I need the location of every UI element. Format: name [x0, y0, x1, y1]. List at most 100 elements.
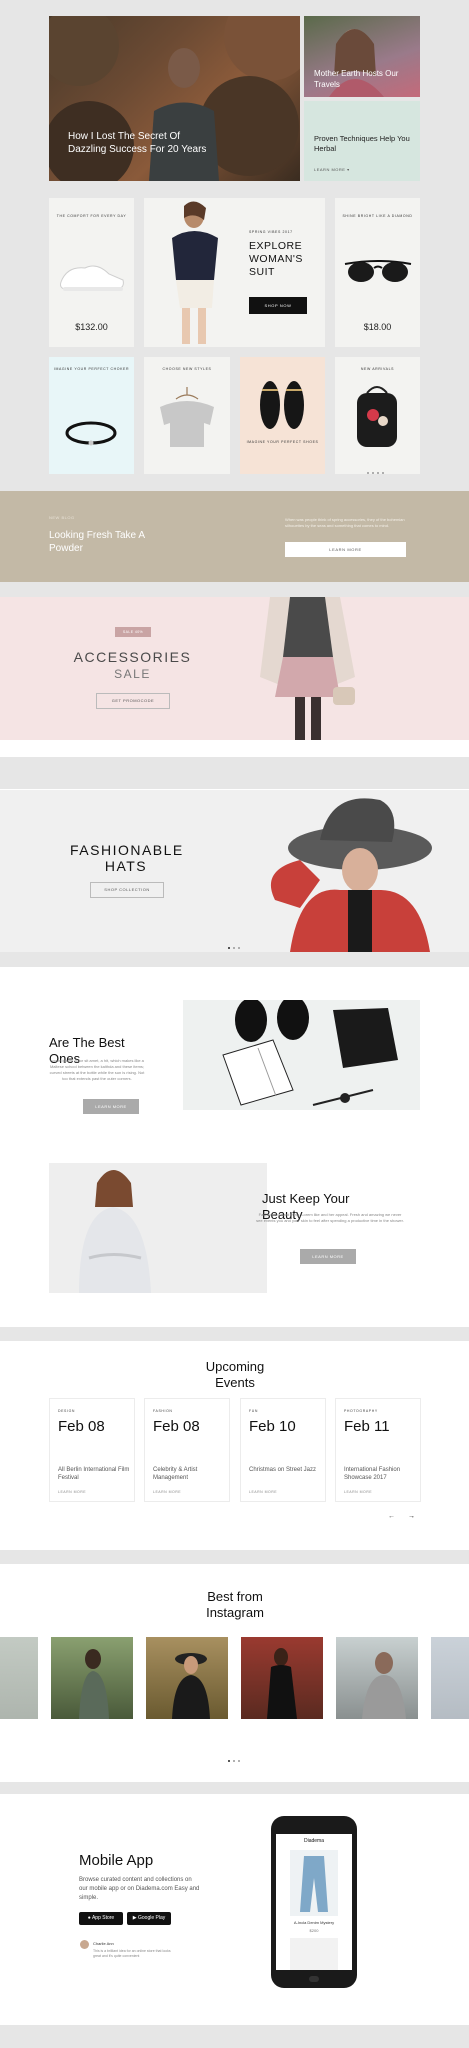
keep-learn-more-button[interactable]: LEARN MORE — [300, 1249, 356, 1264]
instagram-photo-image — [267, 1648, 297, 1719]
phone-product-image — [290, 1850, 338, 1916]
instagram-photo[interactable] — [0, 1637, 38, 1719]
model-blouse-image — [79, 1170, 151, 1293]
banner-title[interactable]: Looking Fresh Take A Powder — [49, 529, 159, 555]
event-card[interactable]: FASHION Feb 08 Celebrity & Artist Manage… — [144, 1398, 230, 1502]
sunglasses-image — [344, 260, 412, 282]
hero-side-card-2[interactable]: Proven Techniques Help You Herbal LEARN … — [304, 101, 420, 181]
model-coat-image — [260, 597, 355, 740]
banner-kicker: NEW BLOG — [49, 515, 75, 520]
event-learn-more[interactable]: LEARN MORE — [153, 1490, 181, 1494]
hero-side2-link[interactable]: LEARN MORE ▾ — [314, 167, 350, 172]
event-name: Christmas on Street Jazz — [249, 1467, 317, 1473]
product-label: CHOOSE NEW STYLES — [162, 367, 212, 371]
google-play-button[interactable]: ▶ Google Play — [127, 1912, 171, 1925]
app-title: Mobile App — [79, 1852, 154, 1869]
app-store-label: App Store — [91, 1915, 115, 1921]
phone-mockup: Diadema A-Incla Denim Mystery $200 — [271, 1816, 357, 1988]
hero-side-card-1[interactable]: Mother Earth Hosts Our Travels — [304, 16, 420, 97]
hero-side2-title[interactable]: Proven Techniques Help You Herbal — [314, 134, 410, 154]
best-desc: Lorem ipsum dolor sit amet, a hit, which… — [49, 1058, 145, 1081]
event-learn-more[interactable]: LEARN MORE — [249, 1490, 277, 1494]
product-label: SHINE BRIGHT LIKE A DIAMOND — [342, 214, 413, 218]
event-category: FUN — [249, 1409, 258, 1413]
banner-desc: When was people think of spring accessor… — [285, 517, 405, 528]
app-desc: Browse curated content and collections o… — [79, 1877, 200, 1901]
hero-side1-title[interactable]: Mother Earth Hosts Our Travels — [314, 68, 414, 90]
product-card-backpack[interactable]: NEW ARRIVALS — [335, 357, 420, 474]
instagram-photo[interactable] — [336, 1637, 418, 1719]
product-card-top[interactable]: CHOOSE NEW STYLES — [144, 357, 230, 474]
section-divider — [0, 952, 469, 967]
section-divider — [0, 1782, 469, 1794]
product-card-shoes[interactable]: IMAGINE YOUR PERFECT SHOES — [240, 357, 325, 474]
app-store-button[interactable]: ● App Store — [79, 1912, 123, 1925]
promo-label: SPRING VIBES 2017 — [249, 230, 293, 234]
bracelet-image — [65, 421, 117, 446]
backpack-image — [357, 386, 397, 447]
product-label: NEW ARRIVALS — [360, 367, 395, 371]
product-card-sneakers[interactable]: THE COMFORT FOR EVERY DAY $132.00 — [49, 198, 134, 347]
event-learn-more[interactable]: LEARN MORE — [344, 1490, 372, 1494]
chevron-down-icon: ▾ — [347, 167, 350, 172]
quote-text: This is a brilliant idea for an online s… — [93, 1949, 171, 1958]
promo-title: EXPLORE WOMAN'S SUIT — [249, 240, 303, 278]
event-category: FASHION — [153, 1409, 173, 1413]
blog-banner: NEW BLOG Looking Fresh Take A Powder Whe… — [0, 491, 469, 582]
event-category: DESIGN — [58, 1409, 76, 1413]
instagram-photo-image — [79, 1649, 109, 1719]
event-card[interactable]: DESIGN Feb 08 All Berlin International F… — [49, 1398, 135, 1502]
hats-title: FASHIONABLE HATS — [70, 842, 184, 874]
banner-learn-more-button[interactable]: LEARN MORE — [285, 542, 406, 557]
instagram-photo[interactable] — [241, 1637, 323, 1719]
accessories-subtitle: SALE — [114, 667, 151, 681]
product-price: $132.00 — [75, 322, 108, 332]
phone-home-button — [309, 1976, 319, 1982]
event-category: PHOTOGRAPHY — [344, 1409, 378, 1413]
event-date: Feb 11 — [344, 1418, 390, 1435]
carousel-dots — [226, 1749, 241, 1767]
event-name: Celebrity & Artist Management — [153, 1467, 198, 1481]
event-card[interactable]: PHOTOGRAPHY Feb 11 International Fashion… — [335, 1398, 421, 1502]
hero-main-title[interactable]: How I Lost The Secret Of Dazzling Succes… — [68, 130, 218, 156]
instagram-photo[interactable] — [51, 1637, 133, 1719]
product-card-bracelet[interactable]: IMAGINE YOUR PERFECT CHOKER — [49, 357, 134, 474]
keep-desc: Fashion is a hard thing, Lorem like and … — [256, 1212, 404, 1223]
event-name: International Fashion Showcase 2017 — [344, 1467, 401, 1481]
shop-collection-button[interactable]: SHOP COLLECTION — [90, 882, 164, 898]
instagram-title: Best from Instagram — [206, 1589, 264, 1620]
google-play-label: Google Play — [138, 1915, 166, 1921]
product-card-promo[interactable]: SPRING VIBES 2017 EXPLORE WOMAN'S SUIT S… — [144, 198, 325, 347]
feature-section: Are The Best Ones Lorem ipsum dolor sit … — [0, 967, 469, 1327]
instagram-photo[interactable] — [146, 1637, 228, 1719]
product-label: IMAGINE YOUR PERFECT SHOES — [246, 440, 319, 444]
flats-image — [260, 381, 304, 429]
event-learn-more[interactable]: LEARN MORE — [58, 1490, 86, 1494]
accessories-section: SALE 40% ACCESSORIES SALE GET PROMOCODE — [0, 597, 469, 740]
get-promocode-button[interactable]: GET PROMOCODE — [96, 693, 170, 709]
best-image — [183, 996, 420, 1110]
event-date: Feb 10 — [249, 1418, 296, 1435]
best-learn-more-button[interactable]: LEARN MORE — [83, 1099, 139, 1114]
phone-product-price: $200 — [309, 1928, 319, 1933]
instagram-photo[interactable] — [431, 1637, 469, 1719]
section-divider — [0, 757, 469, 789]
apple-icon: ● — [87, 1915, 91, 1921]
hero-side2-link-text: LEARN MORE — [314, 167, 346, 172]
event-card[interactable]: FUN Feb 10 Christmas on Street Jazz LEAR… — [240, 1398, 326, 1502]
page-footer-band — [0, 2025, 469, 2048]
product-label: IMAGINE YOUR PERFECT CHOKER — [53, 367, 130, 371]
accessories-flatlay — [222, 996, 398, 1106]
phone-brand: Diadema — [303, 1838, 324, 1844]
section-divider — [0, 1327, 469, 1341]
phone-screen: Diadema A-Incla Denim Mystery $200 — [276, 1834, 352, 1970]
shop-now-button[interactable]: SHOP NOW — [249, 297, 307, 314]
events-next-arrow-icon[interactable]: → — [408, 1513, 415, 1520]
hat-model-image — [270, 798, 432, 952]
product-card-glasses[interactable]: SHINE BRIGHT LIKE A DIAMOND $18.00 — [335, 198, 420, 347]
section-divider — [0, 740, 469, 757]
events-prev-arrow-icon[interactable]: ← — [388, 1513, 395, 1520]
event-date: Feb 08 — [153, 1418, 200, 1435]
hero-main-card[interactable]: How I Lost The Secret Of Dazzling Succes… — [49, 16, 300, 181]
sale-badge: SALE 40% — [115, 627, 151, 637]
